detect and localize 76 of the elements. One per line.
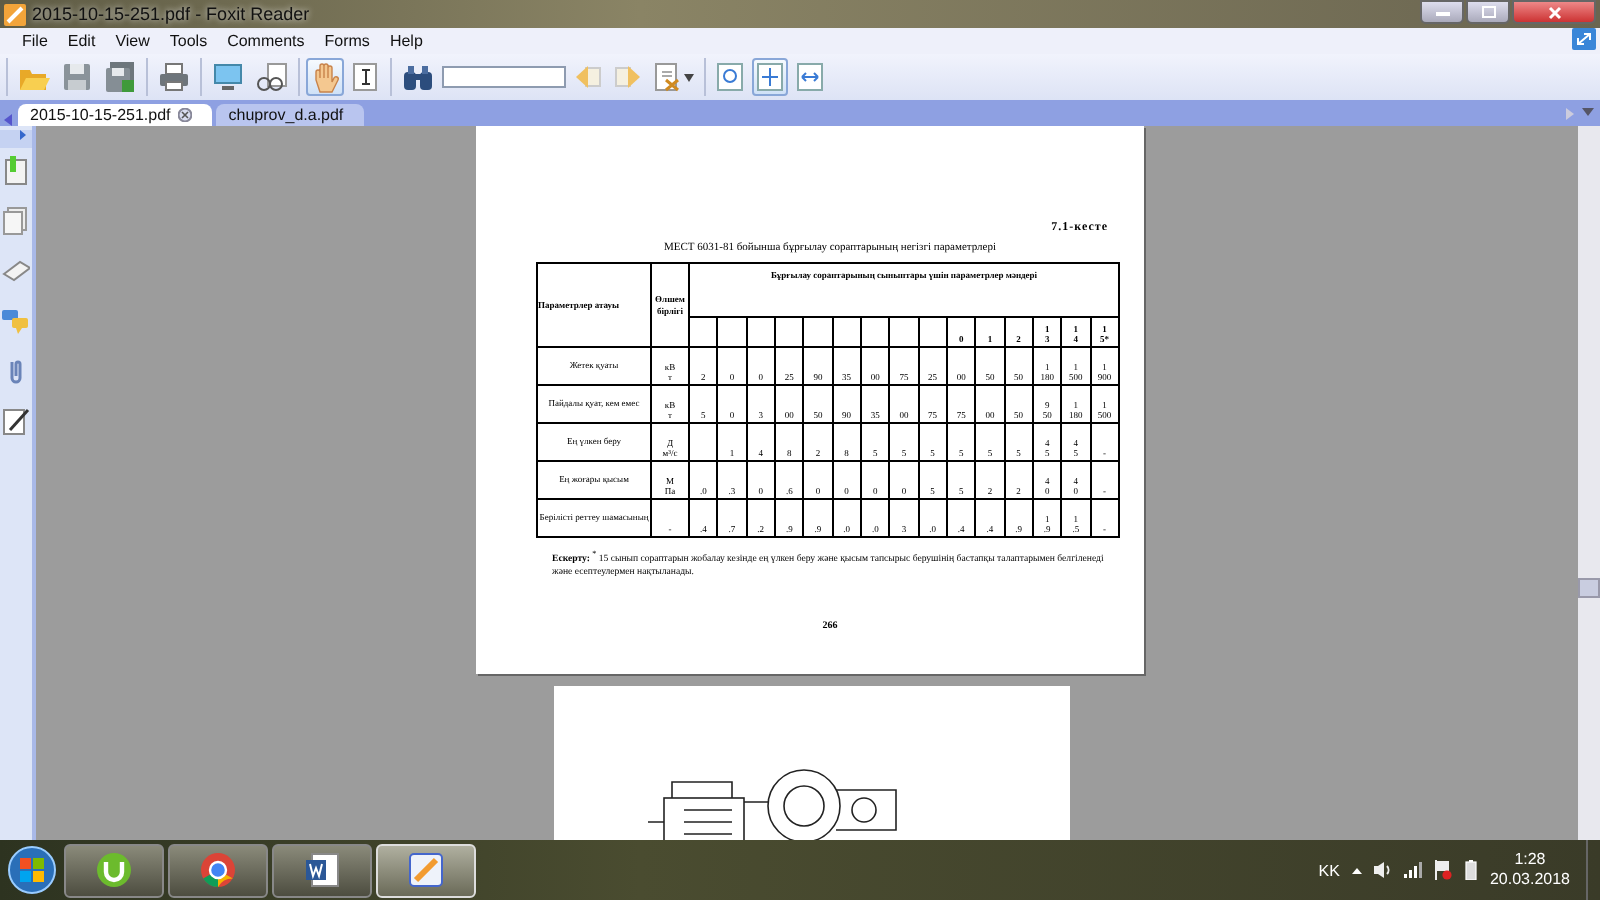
signal-bars-icon	[1403, 862, 1422, 878]
minimize-button[interactable]	[1420, 0, 1464, 24]
bookmark-icon	[2, 156, 30, 186]
text-cursor-icon	[352, 62, 380, 92]
menu-item[interactable]: Help	[379, 32, 433, 50]
layers-icon	[2, 256, 30, 286]
pdf-reader-icon	[408, 852, 444, 888]
document-glasses-icon	[256, 62, 288, 92]
scrollbar-thumb[interactable]	[1578, 578, 1600, 598]
zoom-button[interactable]	[712, 58, 748, 96]
battery-icon	[1463, 860, 1478, 880]
start-button[interactable]	[4, 842, 60, 898]
browser-icon	[200, 852, 236, 888]
torrent-icon	[96, 852, 132, 888]
arrow-left-icon	[574, 64, 602, 90]
flag-warning-icon	[1433, 860, 1452, 880]
menu-item[interactable]: Edit	[57, 32, 106, 50]
clock-time[interactable]: 1:28	[1514, 849, 1546, 870]
language-indicator[interactable]: KK	[1318, 861, 1340, 879]
maximize-button[interactable]	[1466, 0, 1510, 24]
hand-icon	[310, 61, 340, 93]
menu-item[interactable]: File	[12, 32, 58, 50]
document-zoom-icon	[716, 62, 744, 92]
minimize-icon	[1435, 9, 1449, 15]
app-logo-icon	[4, 3, 26, 25]
word-document-icon	[304, 852, 340, 888]
pages-button[interactable]	[2, 206, 30, 236]
monitor-button[interactable]	[208, 58, 248, 96]
maximize-icon	[1481, 6, 1495, 18]
arrow-right-icon	[614, 64, 642, 90]
print-button[interactable]	[154, 58, 194, 96]
expand-icon	[20, 130, 26, 140]
document-tool-icon	[654, 62, 682, 92]
clock-date[interactable]: 20.03.2018	[1489, 870, 1570, 891]
printer-icon	[158, 62, 190, 92]
page-tool-button[interactable]	[650, 58, 698, 96]
monitor-icon	[212, 62, 244, 92]
scroll-right-icon	[1566, 107, 1574, 119]
menu-item[interactable]: View	[105, 32, 160, 50]
word-button[interactable]	[272, 843, 372, 897]
menu-item[interactable]: Comments	[217, 32, 315, 50]
fit-page-button[interactable]	[752, 58, 788, 96]
save-all-button[interactable]	[100, 58, 140, 96]
scroll-left-icon	[4, 114, 14, 126]
caret-icon	[684, 73, 694, 81]
speaker-icon	[1373, 862, 1392, 878]
menu-item[interactable]: Tools	[159, 32, 218, 50]
bookmarks-button[interactable]	[2, 156, 30, 186]
pdf-reader-button[interactable]	[376, 843, 476, 897]
fullscreen-icon	[1572, 27, 1596, 49]
close-button[interactable]	[1512, 0, 1596, 24]
pen-document-icon	[2, 406, 30, 436]
document-tab[interactable]: chuprov_d.a.pdf	[216, 104, 364, 126]
show-hidden-icons-icon	[1351, 867, 1362, 873]
fit-page-icon	[756, 62, 784, 92]
binoculars-icon	[402, 63, 434, 91]
document-tab[interactable]: 2015-10-15-251.pdf	[18, 104, 213, 126]
menu-item[interactable]: Forms	[314, 32, 380, 50]
close-tab-icon	[178, 108, 193, 122]
close-icon	[1547, 5, 1561, 19]
chrome-button[interactable]	[168, 843, 268, 897]
document-glasses-button[interactable]	[252, 58, 292, 96]
tab-list-icon	[1582, 107, 1594, 115]
fit-width-button[interactable]	[792, 58, 828, 96]
search-field[interactable]	[442, 66, 566, 88]
windows-logo-icon	[8, 846, 56, 894]
fit-width-icon	[796, 62, 824, 92]
pages-icon	[2, 206, 30, 236]
layers-button[interactable]	[2, 256, 30, 286]
floppy-disks-icon	[104, 62, 136, 92]
comments-button[interactable]	[2, 306, 30, 336]
speech-bubbles-icon	[2, 306, 30, 336]
window-title: 2015-10-15-251.pdf - Foxit Reader	[32, 4, 312, 24]
save-button[interactable]	[58, 58, 96, 96]
signature-button[interactable]	[2, 406, 30, 436]
utorrent-button[interactable]	[64, 843, 164, 897]
